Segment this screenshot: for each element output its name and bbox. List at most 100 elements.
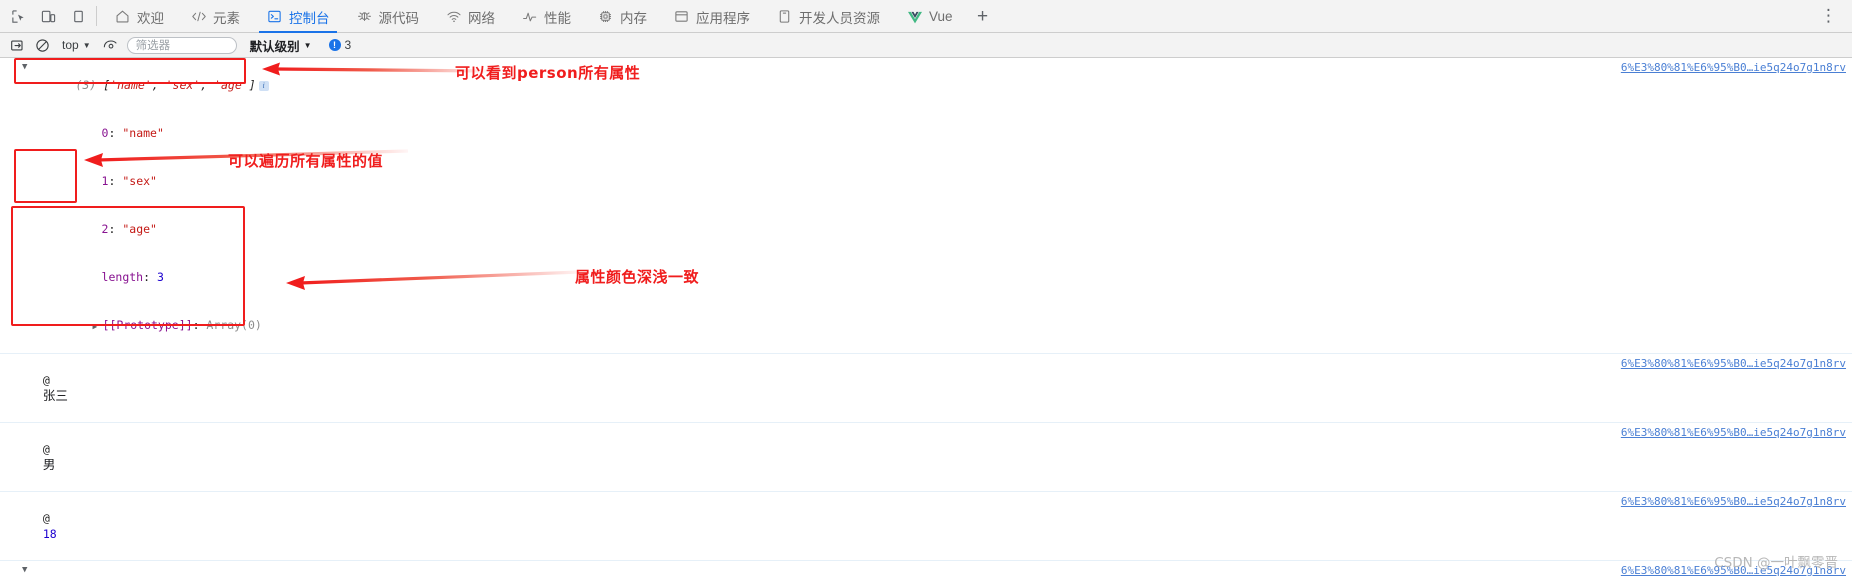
network-icon <box>445 8 462 25</box>
tab-vue[interactable]: Vue <box>893 0 966 33</box>
property-value: "age" <box>122 222 157 236</box>
object-property-row: 2: "age" <box>18 205 1852 253</box>
log-prefix: @ <box>42 442 50 456</box>
more-options-icon[interactable]: ⋮ <box>1816 3 1842 29</box>
property-value: "sex" <box>122 174 157 188</box>
tab-console[interactable]: 控制台 <box>253 0 343 33</box>
annotation-label-3: 属性颜色深浅一致 <box>575 268 700 286</box>
tab-network[interactable]: 网络 <box>432 0 508 33</box>
execution-context-value: top <box>62 38 79 52</box>
expand-toggle-icon[interactable]: ▼ <box>22 63 31 72</box>
vue-icon <box>906 8 923 25</box>
source-link[interactable]: 6%E3%80%81%E6%95%B0…ie5q24o7g1n8rv <box>1621 356 1846 372</box>
annotation-label-1: 可以看到person所有属性 <box>455 64 641 82</box>
source-link[interactable]: 6%E3%80%81%E6%95%B0…ie5q24o7g1n8rv <box>1621 425 1846 441</box>
issue-icon: ! <box>328 39 341 51</box>
tab-label: 控制台 <box>289 10 330 26</box>
home-icon <box>114 8 131 25</box>
info-badge-icon[interactable]: i <box>258 81 269 91</box>
log-level-select[interactable]: 默认级别 ▼ <box>250 36 312 55</box>
prototype-value: Array(0) <box>206 318 262 332</box>
tab-memory[interactable]: 内存 <box>584 0 660 33</box>
array-item-0: 'name' <box>110 78 152 92</box>
tab-label: Vue <box>929 9 953 24</box>
separator: : <box>108 174 123 188</box>
property-key: length <box>101 270 144 284</box>
issues-count: 3 <box>344 38 352 52</box>
log-text-row: @ 男 <box>18 425 1852 489</box>
memory-icon <box>597 8 614 25</box>
devtools-tab-bar: 欢迎 元素 控制台 源代码 网络 性能 内存 应用程序 开发人员资源 Vue +… <box>0 0 1852 33</box>
log-text: 男 <box>42 458 56 472</box>
log-level-value: 默认级别 <box>249 39 300 54</box>
console-message-list[interactable]: ▼ (3) ['name', 'sex', 'age'] i 0: "name" … <box>0 58 1852 577</box>
console-message-object[interactable]: ▼ {name: '张三', sex: '男', age: 18}i age: … <box>0 561 1852 577</box>
comma: , <box>200 78 215 92</box>
object-preview: {name: '张三', sex: '男', age: 18}i <box>18 564 1852 577</box>
separator: : <box>192 318 207 332</box>
watermark: CSDN @一叶飘零晋 <box>1714 555 1838 571</box>
console-filter-input[interactable] <box>126 36 237 54</box>
separator: : <box>143 270 157 284</box>
tab-developer-resources[interactable]: 开发人员资源 <box>763 0 893 33</box>
console-message-log[interactable]: @ 18 6%E3%80%81%E6%95%B0…ie5q24o7g1n8rv <box>0 492 1852 561</box>
clear-console-icon[interactable] <box>8 36 26 54</box>
object-property-row: length: 3 <box>18 253 1852 301</box>
tab-application[interactable]: 应用程序 <box>660 0 763 33</box>
issues-counter[interactable]: ! 3 <box>328 38 352 52</box>
chevron-down-icon: ▼ <box>82 41 91 50</box>
sources-icon <box>356 8 373 25</box>
tab-label: 欢迎 <box>137 10 164 26</box>
tab-performance[interactable]: 性能 <box>508 0 584 33</box>
tab-label: 开发人员资源 <box>799 10 880 26</box>
console-message-array[interactable]: ▼ (3) ['name', 'sex', 'age'] i 0: "name" … <box>0 58 1852 354</box>
no-entry-icon[interactable] <box>33 36 51 54</box>
array-item-2: 'age' <box>214 78 249 92</box>
log-text-row: @ 张三 <box>18 356 1852 420</box>
log-text: 张三 <box>42 389 68 403</box>
tab-welcome[interactable]: 欢迎 <box>101 0 177 33</box>
array-item-1: 'sex' <box>165 78 201 92</box>
log-prefix: @ <box>42 373 50 387</box>
add-tab-button[interactable]: + <box>966 0 1000 33</box>
code-icon <box>190 8 207 25</box>
separator: : <box>108 126 123 140</box>
expand-toggle-icon[interactable]: ▼ <box>22 566 31 575</box>
source-link[interactable]: 6%E3%80%81%E6%95%B0…ie5q24o7g1n8rv <box>1621 60 1846 76</box>
dock-button-group <box>0 0 94 32</box>
console-toolbar: top ▼ 默认级别 ▼ ! 3 <box>0 33 1852 58</box>
property-value: 3 <box>156 270 164 284</box>
tab-sources[interactable]: 源代码 <box>343 0 433 33</box>
tab-label: 性能 <box>544 10 571 26</box>
console-message-log[interactable]: @ 男 6%E3%80%81%E6%95%B0…ie5q24o7g1n8rv <box>0 423 1852 492</box>
live-expression-icon[interactable] <box>102 36 120 54</box>
tab-elements[interactable]: 元素 <box>177 0 253 33</box>
comma: , <box>151 78 166 92</box>
prototype-label: [[Prototype]] <box>102 318 193 332</box>
log-text-row: @ 18 <box>18 494 1852 558</box>
annotation-label-2: 可以遍历所有属性的值 <box>228 152 384 170</box>
tab-label: 内存 <box>620 10 647 26</box>
log-prefix: @ <box>42 511 50 525</box>
application-icon <box>673 8 690 25</box>
expand-toggle-icon[interactable]: ▶ <box>93 319 103 335</box>
bracket-close: ] <box>248 78 256 92</box>
chevron-down-icon: ▼ <box>303 41 312 50</box>
inspect-element-icon[interactable] <box>8 6 28 26</box>
log-text: 18 <box>42 527 57 541</box>
panel-tab-list: 欢迎 元素 控制台 源代码 网络 性能 内存 应用程序 开发人员资源 Vue + <box>101 0 1000 33</box>
execution-context-select[interactable]: top ▼ <box>58 37 95 53</box>
tab-label: 应用程序 <box>696 10 750 26</box>
toolbar-divider <box>96 6 97 26</box>
array-length: (3) <box>75 78 104 92</box>
property-value: "name" <box>122 126 164 140</box>
device-toolbar-icon[interactable] <box>38 6 58 26</box>
tab-label: 网络 <box>468 10 495 26</box>
console-icon <box>266 8 283 25</box>
separator: : <box>108 222 123 236</box>
prototype-row[interactable]: ▶ [[Prototype]]: Array(0) <box>18 301 1852 351</box>
console-message-log[interactable]: @ 张三 6%E3%80%81%E6%95%B0…ie5q24o7g1n8rv <box>0 354 1852 423</box>
source-link[interactable]: 6%E3%80%81%E6%95%B0…ie5q24o7g1n8rv <box>1621 494 1846 510</box>
dock-side-icon[interactable] <box>68 6 88 26</box>
array-preview: (3) ['name', 'sex', 'age'] i <box>18 61 1852 109</box>
